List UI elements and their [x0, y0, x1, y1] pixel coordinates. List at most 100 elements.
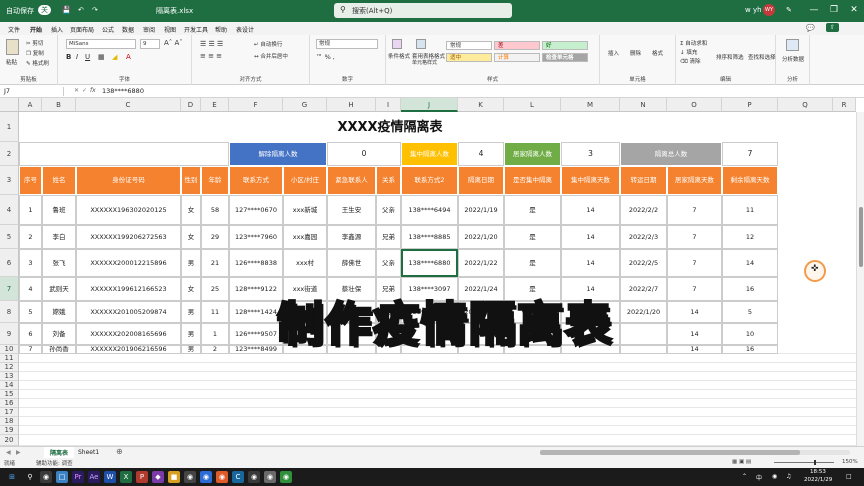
data-cell-r0-c7[interactable]: 王生安 — [327, 195, 376, 225]
format-button[interactable]: 格式 — [652, 49, 663, 57]
data-cell-r6-c0[interactable]: 7 — [19, 345, 42, 354]
menu-view[interactable]: 视图 — [164, 25, 176, 34]
data-cell-r5-c0[interactable]: 6 — [19, 323, 42, 345]
data-cell-r2-c15[interactable]: 14 — [722, 249, 778, 277]
header-cell-7[interactable]: 紧急联系人 — [327, 166, 376, 195]
add-sheet-icon[interactable]: ⊕ — [116, 447, 123, 456]
row-header-11[interactable]: 11 — [0, 354, 19, 363]
data-cell-r1-c4[interactable]: 29 — [201, 225, 229, 249]
chrome-icon[interactable]: ◉ — [40, 471, 52, 483]
column-header-o[interactable]: O — [667, 98, 722, 112]
data-cell-r6-c13[interactable] — [620, 345, 667, 354]
column-header-a[interactable]: A — [19, 98, 42, 112]
paste-icon[interactable] — [6, 39, 19, 55]
data-cell-r2-c10[interactable]: 2022/1/22 — [458, 249, 504, 277]
word-icon[interactable]: W — [104, 471, 116, 483]
wifi-icon[interactable]: ◉ — [772, 473, 777, 480]
clock-time[interactable]: 18:53 — [810, 469, 826, 475]
data-cell-r0-c10[interactable]: 2022/1/19 — [458, 195, 504, 225]
tray-chevron-icon[interactable]: ⌃ — [742, 473, 747, 480]
summary-value-2[interactable]: 3 — [561, 142, 620, 166]
app-icon[interactable]: ◆ — [152, 471, 164, 483]
row-header-10[interactable]: 10 — [0, 345, 19, 354]
zoom-slider[interactable] — [774, 462, 834, 463]
summary-value-3[interactable]: 7 — [722, 142, 778, 166]
data-cell-r6-c2[interactable]: XXXXXX201906216596 — [76, 345, 181, 354]
row-header-16[interactable]: 16 — [0, 399, 19, 408]
data-cell-r4-c1[interactable]: 嫦娥 — [42, 301, 76, 323]
data-cell-r3-c1[interactable]: 武则天 — [42, 277, 76, 301]
explorer-icon[interactable]: □ — [56, 471, 68, 483]
share-icon[interactable]: ⇧ — [826, 23, 840, 32]
prev-sheet-icon[interactable]: ◀ — [6, 449, 11, 456]
taskbar-search-icon[interactable]: ⚲ — [24, 471, 36, 483]
data-cell-r0-c13[interactable]: 2022/2/2 — [620, 195, 667, 225]
windows-start-icon[interactable]: ⊞ — [6, 471, 18, 483]
row-header-19[interactable]: 19 — [0, 426, 19, 435]
powerpoint-icon[interactable]: P — [136, 471, 148, 483]
column-header-h[interactable]: H — [327, 98, 376, 112]
column-header-j[interactable]: J — [401, 98, 458, 112]
format-painter-button[interactable]: ✎ 格式刷 — [26, 59, 49, 67]
row-header-17[interactable]: 17 — [0, 408, 19, 417]
data-cell-r6-c15[interactable]: 16 — [722, 345, 778, 354]
row-header-12[interactable]: 12 — [0, 363, 19, 372]
table-format-icon[interactable] — [416, 39, 426, 49]
data-cell-r1-c3[interactable]: 女 — [181, 225, 201, 249]
column-header-d[interactable]: D — [181, 98, 201, 112]
app8-icon[interactable]: ◉ — [280, 471, 292, 483]
data-cell-r2-c3[interactable]: 男 — [181, 249, 201, 277]
column-header-m[interactable]: M — [561, 98, 620, 112]
zoom-slider-thumb[interactable] — [814, 460, 816, 465]
spreadsheet-grid[interactable]: ABCDEFGHIJKLMNOPQR 1 2 3 4 5 6 7 8 9 10 11 12 13 14 15… — [0, 98, 864, 446]
summary-label-0[interactable]: 解除隔离人数 — [229, 142, 327, 166]
row-header-2[interactable]: 2 — [0, 142, 19, 166]
view-normal-icon[interactable]: ▦ ▣ ▤ — [732, 459, 751, 465]
data-cell-r1-c1[interactable]: 李白 — [42, 225, 76, 249]
search-box[interactable]: ⚲ 搜索(Alt+Q) — [334, 3, 512, 18]
find-select-button[interactable]: 查找和选择 — [748, 53, 776, 61]
data-cell-r2-c14[interactable]: 7 — [667, 249, 722, 277]
data-cell-r0-c5[interactable]: 127****0670 — [229, 195, 283, 225]
folder-icon[interactable]: ■ — [168, 471, 180, 483]
row-header-7[interactable]: 7 — [0, 277, 19, 301]
app5-icon[interactable]: C — [232, 471, 244, 483]
data-cell-r4-c15[interactable]: 5 — [722, 301, 778, 323]
data-cell-r3-c2[interactable]: XXXXXX199612166523 — [76, 277, 181, 301]
header-cell-1[interactable]: 姓名 — [42, 166, 76, 195]
menu-review[interactable]: 审阅 — [143, 25, 155, 34]
row-header-5[interactable]: 5 — [0, 225, 19, 249]
delete-button[interactable]: 删除 — [630, 49, 641, 57]
font-grow-icon[interactable]: Aˆ Aˇ — [164, 39, 183, 47]
style-calc[interactable]: 计算 — [494, 53, 540, 62]
data-cell-r1-c0[interactable]: 2 — [19, 225, 42, 249]
data-cell-r1-c11[interactable]: 是 — [504, 225, 561, 249]
data-cell-r1-c14[interactable]: 7 — [667, 225, 722, 249]
row-header-9[interactable]: 9 — [0, 323, 19, 345]
header-cell-3[interactable]: 性别 — [181, 166, 201, 195]
data-cell-r0-c1[interactable]: 鲁班 — [42, 195, 76, 225]
menu-file[interactable]: 文件 — [8, 25, 20, 34]
data-cell-r0-c14[interactable]: 7 — [667, 195, 722, 225]
summary-blank-cell[interactable] — [19, 142, 229, 166]
vertical-scroll-thumb[interactable] — [859, 207, 863, 267]
clear-button[interactable]: ⌫ 清除 — [680, 57, 701, 65]
data-cell-r6-c5[interactable]: 123****8499 — [229, 345, 283, 354]
data-cell-r0-c9[interactable]: 138****6494 — [401, 195, 458, 225]
italic-button[interactable]: I — [76, 53, 78, 61]
row-header-20[interactable]: 20 — [0, 435, 19, 446]
after-effects-icon[interactable]: Ae — [88, 471, 100, 483]
font-color-icon[interactable]: A — [126, 53, 131, 61]
summary-label-3[interactable]: 隔离总人数 — [620, 142, 722, 166]
data-cell-r2-c12[interactable]: 14 — [561, 249, 620, 277]
app6-icon[interactable]: ◉ — [248, 471, 260, 483]
column-header-g[interactable]: G — [283, 98, 327, 112]
tab-sheet1[interactable]: Sheet1 — [78, 449, 99, 456]
undo-icon[interactable]: ↶ — [78, 6, 84, 14]
header-cell-10[interactable]: 隔离日期 — [458, 166, 504, 195]
row-header-1[interactable]: 1 — [0, 112, 19, 142]
align-top-icon[interactable]: ☰ ☰ ☰ — [200, 40, 223, 48]
conditional-format-button[interactable]: 条件格式 — [388, 52, 410, 60]
summary-value-1[interactable]: 4 — [458, 142, 504, 166]
column-header-q[interactable]: Q — [778, 98, 833, 112]
